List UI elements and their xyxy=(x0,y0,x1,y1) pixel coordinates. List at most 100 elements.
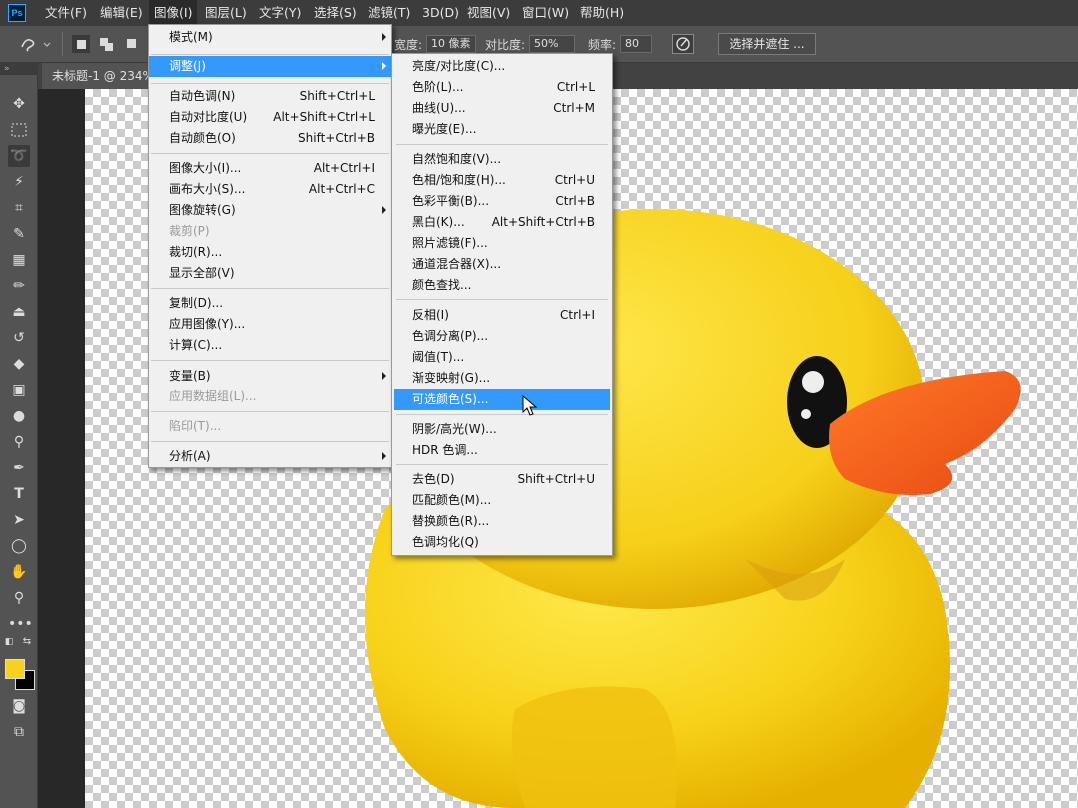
add-selection-icon[interactable] xyxy=(98,35,116,53)
menu-item-exposure[interactable]: 曝光度(E)... xyxy=(394,119,610,140)
type-icon[interactable]: T xyxy=(8,483,30,505)
screen-mode-icon[interactable]: ⧉ xyxy=(8,721,30,743)
menu-item-match-color[interactable]: 匹配颜色(M)... xyxy=(394,490,610,511)
lasso-icon[interactable]: ➰ xyxy=(8,145,30,167)
menu-view[interactable]: 视图(V) xyxy=(462,0,515,26)
menu-item-auto-contrast[interactable]: 自动对比度(U) Alt+Shift+Ctrl+L xyxy=(149,107,391,128)
healing-brush-icon[interactable]: ▦ xyxy=(8,249,30,271)
menu-item-auto-tone[interactable]: 自动色调(N) Shift+Ctrl+L xyxy=(149,86,391,107)
menu-image[interactable]: 图像(I) xyxy=(149,0,198,26)
more-tools-icon[interactable]: ••• xyxy=(8,613,33,635)
menu-item-curves[interactable]: 曲线(U)... Ctrl+M xyxy=(394,98,610,119)
submenu-arrow-icon xyxy=(382,62,386,70)
crop-icon[interactable]: ⌗ xyxy=(8,197,30,219)
select-and-mask-button[interactable]: 选择并遮住 ... xyxy=(718,33,816,55)
menu-item-calculations[interactable]: 计算(C)... xyxy=(149,335,391,356)
menu-item-black-white[interactable]: 黑白(K)... Alt+Shift+Ctrl+B xyxy=(394,212,610,233)
menu-item-shadows-highlights[interactable]: 阴影/高光(W)... xyxy=(394,419,610,440)
menu-item-equalize[interactable]: 色调均化(Q) xyxy=(394,532,610,553)
collapse-panel-icon[interactable]: » xyxy=(0,63,38,75)
menu-separator xyxy=(151,83,389,84)
contrast-field[interactable]: 50% xyxy=(529,35,575,53)
path-selection-icon[interactable]: ➤ xyxy=(8,509,30,531)
menu-item-vibrance[interactable]: 自然饱和度(V)... xyxy=(394,149,610,170)
menu-item-auto-color[interactable]: 自动颜色(O) Shift+Ctrl+B xyxy=(149,128,391,149)
hand-icon[interactable]: ✋ xyxy=(8,561,30,583)
menu-item-brightness-contrast[interactable]: 亮度/对比度(C)... xyxy=(394,56,610,77)
clone-stamp-icon[interactable]: ⏏ xyxy=(8,301,30,323)
menu-separator xyxy=(151,360,389,361)
frequency-label: 频率: xyxy=(588,38,617,52)
image-menu: 模式(M) 调整(J) 自动色调(N) Shift+Ctrl+L 自动对比度(U)… xyxy=(148,24,392,468)
menu-layer[interactable]: 图层(L) xyxy=(200,0,252,26)
zoom-icon[interactable]: ⚲ xyxy=(8,587,30,609)
pen-icon[interactable]: ✒ xyxy=(8,457,30,479)
menu-item-variables[interactable]: 变量(B) xyxy=(149,366,391,387)
mouse-cursor-icon xyxy=(522,395,538,416)
menu-item-posterize[interactable]: 色调分离(P)... xyxy=(394,326,610,347)
swap-colors-icon[interactable]: ⇆ xyxy=(20,635,34,649)
menu-item-channel-mixer[interactable]: 通道混合器(X)... xyxy=(394,254,610,275)
menu-item-gradient-map[interactable]: 渐变映射(G)... xyxy=(394,368,610,389)
menu-edit[interactable]: 编辑(E) xyxy=(95,0,148,26)
menu-item-levels[interactable]: 色阶(L)... Ctrl+L xyxy=(394,77,610,98)
menu-item-desaturate[interactable]: 去色(D) Shift+Ctrl+U xyxy=(394,469,610,490)
menu-separator xyxy=(396,414,608,415)
menu-window[interactable]: 窗口(W) xyxy=(517,0,574,26)
menu-select[interactable]: 选择(S) xyxy=(309,0,362,26)
menu-item-replace-color[interactable]: 替换颜色(R)... xyxy=(394,511,610,532)
frequency-field[interactable]: 80 xyxy=(620,35,652,53)
subtract-selection-icon[interactable] xyxy=(124,35,142,53)
ellipse-icon[interactable]: ◯ xyxy=(8,535,30,557)
menu-file[interactable]: 文件(F) xyxy=(40,0,92,26)
adjustments-submenu: 亮度/对比度(C)... 色阶(L)... Ctrl+L 曲线(U)... Ctrl… xyxy=(391,53,613,556)
eyedropper-icon[interactable]: ✎ xyxy=(8,223,30,245)
menu-item-adjustments[interactable]: 调整(J) xyxy=(149,56,391,77)
menu-item-image-size[interactable]: 图像大小(I)... Alt+Ctrl+I xyxy=(149,158,391,179)
menu-item-duplicate[interactable]: 复制(D)... xyxy=(149,293,391,314)
width-label: 宽度: xyxy=(394,38,423,52)
menu-filter[interactable]: 滤镜(T) xyxy=(363,0,415,26)
menu-item-invert[interactable]: 反相(I) Ctrl+I xyxy=(394,305,610,326)
menu-bar: Ps 文件(F) 编辑(E) 图像(I) 图层(L) 文字(Y) 选择(S) 滤… xyxy=(0,0,1078,26)
menu-item-selective-color[interactable]: 可选颜色(S)... xyxy=(394,389,610,410)
menu-item-image-rotation[interactable]: 图像旋转(G) xyxy=(149,200,391,221)
menu-item-crop: 裁剪(P) xyxy=(169,224,210,238)
tools-panel: » ✥ ➰ ⚡ ⌗ ✎ ▦ ✏ ⏏ ↺ ◆ ▣ ● ⚲ ✒ T ➤ ◯ ✋ ⚲ … xyxy=(0,63,38,808)
menu-item-apply-image[interactable]: 应用图像(Y)... xyxy=(149,314,391,335)
menu-separator xyxy=(396,144,608,145)
new-selection-icon[interactable] xyxy=(72,35,90,53)
pen-pressure-icon[interactable] xyxy=(672,34,694,54)
menu-help[interactable]: 帮助(H) xyxy=(575,0,629,26)
brush-icon[interactable]: ✏ xyxy=(8,275,30,297)
menu-item-photo-filter[interactable]: 照片滤镜(F)... xyxy=(394,233,610,254)
dodge-icon[interactable]: ⚲ xyxy=(8,431,30,453)
menu-separator xyxy=(396,299,608,300)
menu-item-hdr-toning[interactable]: HDR 色调... xyxy=(394,440,610,461)
menu-item-canvas-size[interactable]: 画布大小(S)... Alt+Ctrl+C xyxy=(149,179,391,200)
tool-preset-icon[interactable] xyxy=(18,35,52,53)
gradient-icon[interactable]: ▣ xyxy=(8,379,30,401)
menu-item-mode[interactable]: 模式(M) xyxy=(149,27,391,48)
default-colors-icon[interactable]: ◧ xyxy=(2,635,16,649)
menu-item-threshold[interactable]: 阈值(T)... xyxy=(394,347,610,368)
menu-3d[interactable]: 3D(D) xyxy=(417,0,464,26)
menu-item-analysis[interactable]: 分析(A) xyxy=(149,446,391,467)
menu-item-hue-saturation[interactable]: 色相/饱和度(H)... Ctrl+U xyxy=(394,170,610,191)
width-field[interactable]: 10 像素 xyxy=(426,35,476,53)
marquee-icon[interactable] xyxy=(8,119,30,141)
history-brush-icon[interactable]: ↺ xyxy=(8,327,30,349)
foreground-color-swatch[interactable] xyxy=(5,659,25,679)
menu-item-color-lookup[interactable]: 颜色查找... xyxy=(394,275,610,296)
move-icon[interactable]: ✥ xyxy=(8,93,30,115)
menu-item-trim[interactable]: 裁切(R)... xyxy=(149,242,391,263)
submenu-arrow-icon xyxy=(382,372,386,380)
menu-item-color-balance[interactable]: 色彩平衡(B)... Ctrl+B xyxy=(394,191,610,212)
magic-wand-icon[interactable]: ⚡ xyxy=(8,171,30,193)
menu-item-reveal-all[interactable]: 显示全部(V) xyxy=(149,263,391,284)
quick-mask-icon[interactable]: ◙ xyxy=(8,695,30,717)
menu-type[interactable]: 文字(Y) xyxy=(254,0,306,26)
blur-icon[interactable]: ● xyxy=(8,405,30,427)
eraser-icon[interactable]: ◆ xyxy=(8,353,30,375)
contrast-label: 对比度: xyxy=(485,38,526,52)
